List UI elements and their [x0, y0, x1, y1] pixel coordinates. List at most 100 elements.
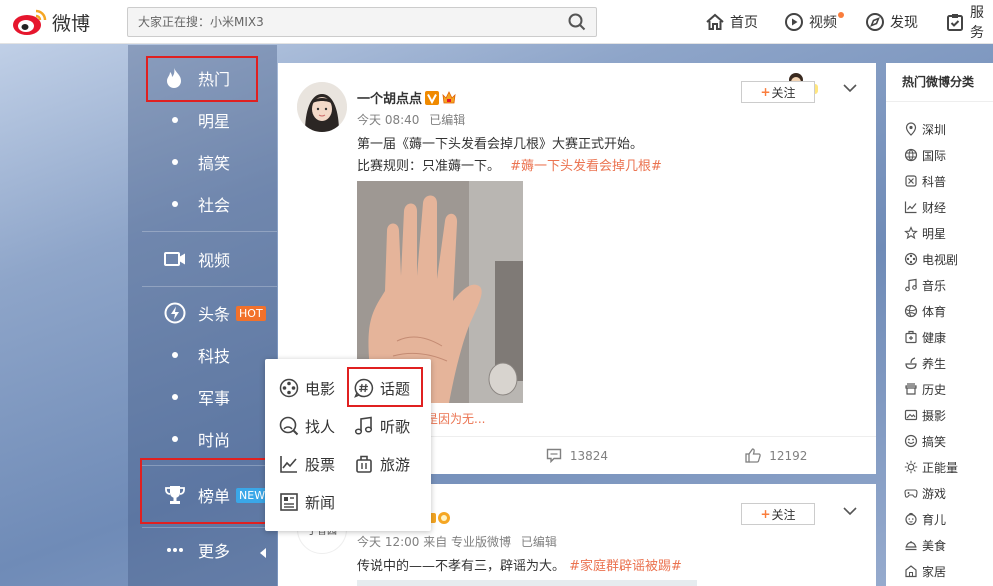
travel-icon: [354, 454, 374, 474]
star-icon: [904, 226, 918, 240]
post2-time-source[interactable]: 今天 12:00 来自 专业版微博: [357, 535, 511, 549]
weibo-logo[interactable]: 微博: [12, 6, 90, 38]
post1-text-line2: 比赛规则：只准薅一下。 #薅一下头发看会掉几根#: [357, 155, 662, 174]
category-item[interactable]: 明星: [904, 223, 946, 243]
plus-icon: +: [760, 507, 771, 521]
popup-item-news[interactable]: 新闻: [279, 488, 335, 516]
category-item[interactable]: 音乐: [904, 275, 946, 295]
nav-home[interactable]: 首页: [705, 0, 758, 44]
category-label: 深圳: [922, 122, 947, 137]
category-item[interactable]: 美食: [904, 535, 946, 555]
popup-item-music[interactable]: 听歌: [354, 412, 410, 440]
sidebar-headline-label: 头条: [198, 305, 231, 324]
wellness-icon: [904, 356, 918, 370]
collapse-arrow-icon[interactable]: [259, 544, 267, 563]
weibo-logo-icon: [13, 9, 47, 35]
search-box[interactable]: [127, 7, 597, 37]
post1-below-image-tag[interactable]: 是因为无...: [426, 412, 485, 426]
category-label: 财经: [922, 200, 947, 215]
nav-home-label: 首页: [730, 15, 758, 31]
post1-edited: 已编辑: [429, 113, 466, 127]
sidebar-divider: [142, 527, 277, 528]
category-item[interactable]: 电视剧: [904, 249, 958, 269]
highlight-box-topic: [347, 367, 423, 407]
comment-button[interactable]: 13824: [477, 437, 676, 474]
video-icon: [784, 12, 804, 32]
popup-stock-label: 股票: [305, 455, 336, 474]
sidebar-item-society[interactable]: 社会: [128, 186, 277, 222]
sidebar-item-military[interactable]: 军事: [128, 379, 277, 415]
sidebar-item-star[interactable]: 明星: [128, 102, 277, 138]
discover-icon: [865, 12, 885, 32]
category-item[interactable]: 摄影: [904, 405, 946, 425]
music-icon: [354, 416, 374, 436]
sidebar-society-label: 社会: [198, 196, 231, 215]
category-item[interactable]: 育儿: [904, 509, 946, 529]
post2-text-prefix: 传说中的——不孝有三，辟谣为大。: [357, 559, 566, 574]
sidebar-military-label: 军事: [198, 389, 231, 408]
search-icon[interactable]: [568, 13, 586, 35]
sidebar-video-label: 视频: [198, 251, 231, 270]
sidebar-item-tech[interactable]: 科技: [128, 337, 277, 373]
category-label: 育儿: [922, 512, 947, 527]
popup-travel-label: 旅游: [380, 455, 411, 474]
post2-hashtag[interactable]: #家庭群辟谣被踢#: [569, 559, 682, 574]
nav-discover[interactable]: 发现: [865, 0, 918, 44]
category-label: 音乐: [922, 278, 947, 293]
sidebar-item-headline[interactable]: 头条 HOT: [128, 293, 277, 333]
verified-icon: [425, 90, 440, 105]
nav-service[interactable]: 服务: [945, 0, 993, 44]
category-item[interactable]: 游戏: [904, 483, 946, 503]
sidebar-tech-label: 科技: [198, 347, 231, 366]
category-item[interactable]: 正能量: [904, 457, 958, 477]
post1-follow-button[interactable]: + 关注: [741, 81, 815, 103]
comment-icon: [546, 448, 562, 463]
category-label: 搞笑: [922, 434, 947, 449]
category-item[interactable]: 搞笑: [904, 431, 946, 451]
film-icon: [279, 378, 299, 398]
sidebar-item-video[interactable]: 视频: [128, 239, 277, 279]
category-item[interactable]: 健康: [904, 327, 946, 347]
category-item[interactable]: 历史: [904, 379, 946, 399]
category-label: 体育: [922, 304, 947, 319]
category-item[interactable]: 科普: [904, 171, 946, 191]
popup-find-people-label: 找人: [305, 417, 336, 436]
popup-item-film[interactable]: 电影: [279, 374, 335, 402]
sidebar-item-more[interactable]: 更多: [128, 530, 277, 570]
like-button[interactable]: 12192: [677, 437, 876, 474]
popup-item-find-people[interactable]: 找人: [279, 412, 335, 440]
post1-time[interactable]: 今天 08:40: [357, 113, 419, 127]
hot-badge: HOT: [236, 305, 266, 321]
sun-icon: [904, 460, 918, 474]
popup-film-label: 电影: [305, 379, 336, 398]
post1-hashtag[interactable]: #薅一下头发看会掉几根#: [510, 159, 662, 174]
search-input[interactable]: [128, 8, 548, 36]
sports-icon: [904, 304, 918, 318]
ellipsis-icon: [166, 547, 184, 553]
chevron-down-icon[interactable]: [843, 82, 857, 97]
category-item[interactable]: 财经: [904, 197, 946, 217]
category-item[interactable]: 体育: [904, 301, 946, 321]
sidebar-item-funny[interactable]: 搞笑: [128, 144, 277, 180]
sidebar-item-fashion[interactable]: 时尚: [128, 421, 277, 457]
popup-item-stock[interactable]: 股票: [279, 450, 335, 478]
post1-follow-label: 关注: [771, 85, 796, 100]
category-label: 健康: [922, 330, 947, 345]
chevron-down-icon[interactable]: [843, 505, 857, 520]
category-item[interactable]: 深圳: [904, 119, 946, 139]
comment-count: 13824: [569, 448, 609, 463]
nav-video[interactable]: 视频: [784, 0, 844, 44]
category-item[interactable]: 养生: [904, 353, 946, 373]
category-item[interactable]: 国际: [904, 145, 946, 165]
category-item[interactable]: 家居: [904, 561, 946, 581]
popup-item-travel[interactable]: 旅游: [354, 450, 410, 478]
game-icon: [904, 486, 918, 500]
highlight-box-hot: [146, 56, 258, 102]
post1-username[interactable]: 一个胡点点: [357, 88, 422, 107]
avatar[interactable]: [297, 82, 347, 132]
video-camera-icon: [164, 251, 186, 267]
category-label: 国际: [922, 148, 947, 163]
member-badge-icon: [441, 90, 457, 106]
bullet: [172, 117, 178, 123]
post2-follow-button[interactable]: + 关注: [741, 503, 815, 525]
